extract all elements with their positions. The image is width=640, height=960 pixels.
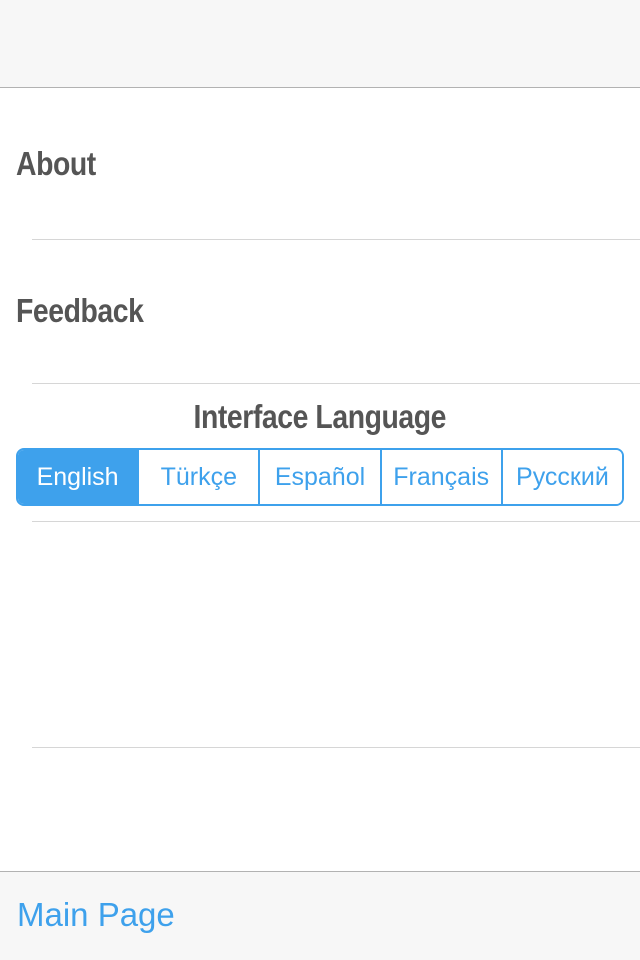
main-page-button[interactable]: Main Page [17, 896, 175, 934]
separator [32, 383, 640, 384]
segment-french[interactable]: Français [381, 450, 503, 504]
about-row[interactable]: About [0, 89, 640, 240]
separator [32, 747, 640, 748]
feedback-row[interactable]: Feedback [0, 240, 640, 383]
feedback-label: Feedback [16, 292, 144, 329]
about-label: About [16, 145, 96, 182]
segment-turkish[interactable]: Türkçe [139, 450, 261, 504]
interface-language-title-text: Interface Language [193, 398, 447, 435]
segment-english[interactable]: English [18, 450, 140, 504]
interface-language-title: Interface Language [0, 398, 640, 436]
segment-russian[interactable]: Русский [502, 450, 622, 504]
bottom-toolbar: Main Page [0, 871, 640, 960]
separator [32, 521, 640, 522]
segment-spanish[interactable]: Español [260, 450, 382, 504]
settings-screen: About Feedback Interface Language Englis… [0, 0, 640, 960]
navigation-bar [0, 0, 640, 88]
language-segmented-control: English Türkçe Español Français Русский [16, 448, 624, 506]
